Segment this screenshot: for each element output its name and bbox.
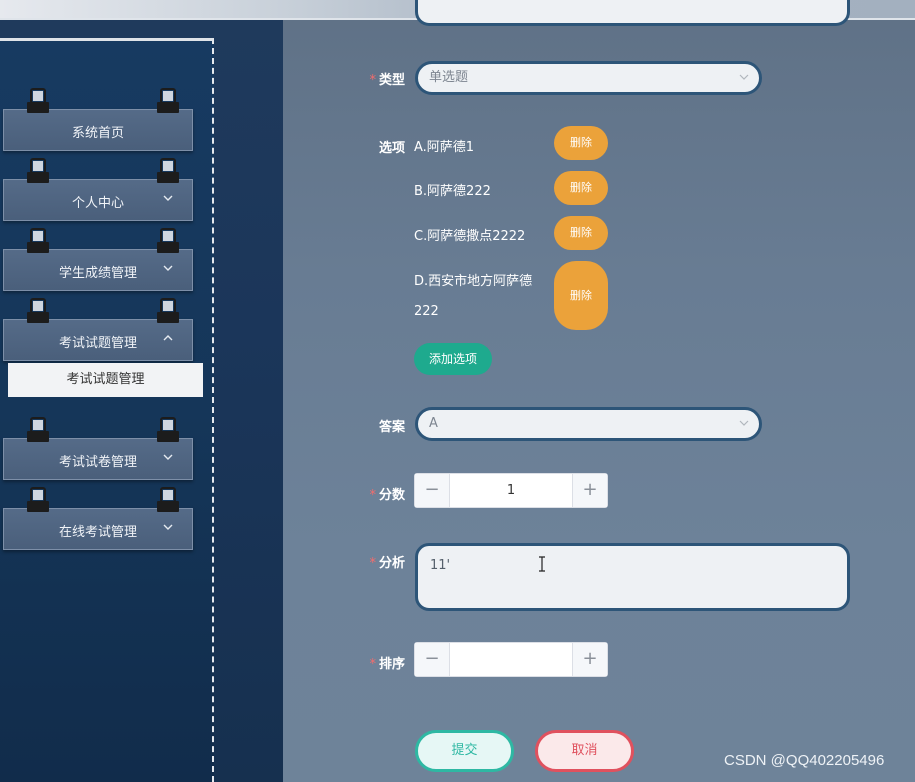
option-c-text: C.阿萨德撒点2222 — [414, 229, 526, 244]
type-label: * 类型 — [369, 73, 405, 88]
delete-option-b-button[interactable]: 删除 — [554, 171, 608, 205]
chevron-down-icon — [163, 265, 173, 271]
delete-option-c-button[interactable]: 删除 — [554, 216, 608, 250]
submit-button[interactable]: 提交 — [415, 730, 514, 772]
chevron-up-icon — [163, 335, 173, 341]
chevron-down-icon — [739, 74, 749, 80]
analysis-textarea[interactable]: 11' — [415, 543, 850, 611]
submenu-item-exam-questions[interactable]: 考试试题管理 — [8, 363, 203, 397]
binder-clip-icon — [27, 487, 49, 512]
required-star: * — [369, 73, 376, 88]
chevron-down-icon — [739, 420, 749, 426]
sidebar-item-profile[interactable]: 个人中心 — [3, 158, 193, 221]
order-label: * 排序 — [369, 657, 405, 672]
score-input[interactable]: 1 — [451, 474, 571, 507]
text-cursor-icon — [539, 556, 545, 572]
sidebar-item-student-scores[interactable]: 学生成绩管理 — [3, 228, 193, 291]
answer-label: 答案 — [378, 420, 405, 435]
chevron-down-icon — [163, 524, 173, 530]
score-label: * 分数 — [369, 488, 405, 503]
delete-option-d-button[interactable]: 删除 — [554, 261, 608, 330]
binder-clip-icon — [27, 88, 49, 113]
add-option-button[interactable]: 添加选项 — [414, 343, 492, 375]
delete-option-a-button[interactable]: 删除 — [554, 126, 608, 160]
option-a-text: A.阿萨德1 — [414, 140, 475, 155]
required-star: * — [369, 488, 376, 503]
sidebar-item-exam-questions[interactable]: 考试试题管理 — [3, 298, 193, 361]
score-decrement-button[interactable]: − — [415, 474, 450, 507]
options-label: 选项 — [378, 141, 405, 156]
order-increment-button[interactable]: + — [572, 643, 607, 676]
option-b-text: B.阿萨德222 — [414, 184, 491, 199]
sidebar-item-online-exam[interactable]: 在线考试管理 — [3, 487, 193, 550]
binder-clip-icon — [157, 228, 179, 253]
binder-clip-icon — [157, 158, 179, 183]
option-d-text-line2: 222 — [414, 304, 439, 319]
watermark: CSDN @QQ402205496 — [724, 752, 885, 769]
sidebar-item-exam-papers[interactable]: 考试试卷管理 — [3, 417, 193, 480]
required-star: * — [369, 657, 376, 672]
sidebar-item-label: 系统首页 — [71, 126, 124, 141]
binder-clip-icon — [27, 298, 49, 323]
previous-field-remnant[interactable] — [415, 0, 850, 26]
cancel-button[interactable]: 取消 — [535, 730, 634, 772]
answer-select[interactable]: A — [415, 407, 762, 441]
score-stepper[interactable]: − 1 + — [414, 473, 608, 508]
binder-clip-icon — [27, 228, 49, 253]
binder-clip-icon — [27, 417, 49, 442]
type-select[interactable]: 单选题 — [415, 61, 762, 95]
binder-clip-icon — [27, 158, 49, 183]
binder-clip-icon — [157, 88, 179, 113]
binder-clip-icon — [157, 417, 179, 442]
order-decrement-button[interactable]: − — [415, 643, 450, 676]
sidebar-item-home[interactable]: 系统首页 — [3, 88, 193, 151]
binder-clip-icon — [157, 298, 179, 323]
order-stepper[interactable]: − + — [414, 642, 608, 677]
option-d-text: D.西安市地方阿萨德 — [414, 274, 533, 289]
answer-select-value: A — [429, 416, 438, 431]
type-select-value: 单选题 — [429, 70, 469, 85]
chevron-down-icon — [163, 454, 173, 460]
analysis-label: * 分析 — [369, 556, 405, 571]
required-star: * — [369, 556, 376, 571]
score-increment-button[interactable]: + — [572, 474, 607, 507]
binder-clip-icon — [157, 487, 179, 512]
sidebar: 系统首页 个人中心 学生成绩管理 考试试题管理 考试试卷管理 在线考试管理 考试试题管理 — [0, 38, 214, 782]
chevron-down-icon — [163, 195, 173, 201]
order-input[interactable] — [451, 643, 571, 676]
